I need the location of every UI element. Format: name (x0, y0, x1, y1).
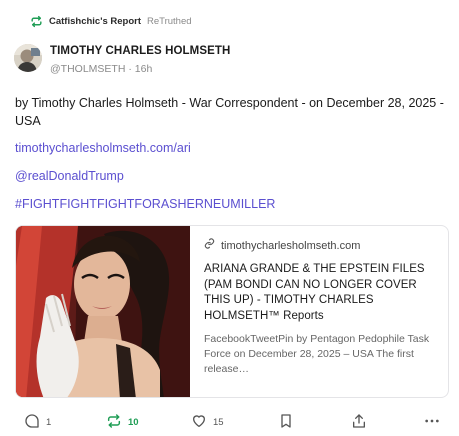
heart-icon (191, 413, 207, 432)
reply-count: 1 (46, 416, 52, 428)
post-text: by Timothy Charles Holmseth - War Corres… (15, 96, 444, 128)
link-icon (204, 238, 215, 253)
author-handle[interactable]: @THOLMSETH (50, 63, 125, 75)
author-block: TIMOTHY CHARLES HOLMSETH @THOLMSETH · 16… (50, 44, 230, 75)
more-icon (424, 413, 440, 432)
link-preview-card[interactable]: timothycharlesholmseth.com ARIANA GRANDE… (15, 225, 449, 398)
reply-button[interactable]: 1 (24, 408, 51, 436)
post-hashtag[interactable]: #FIGHTFIGHTFIGHTFORASHERNEUMILLER (15, 196, 275, 212)
author-avatar[interactable] (14, 44, 42, 72)
post-link[interactable]: timothycharlesholmseth.com/ari (15, 140, 191, 156)
post-time[interactable]: 16h (135, 63, 153, 75)
retruth-icon (106, 413, 122, 432)
bookmark-button[interactable] (279, 408, 293, 436)
link-preview-text: timothycharlesholmseth.com ARIANA GRANDE… (190, 226, 448, 397)
like-count: 15 (213, 416, 224, 428)
post-mention[interactable]: @realDonaldTrump (15, 168, 124, 184)
post-action-bar: 1 10 15 (0, 408, 459, 436)
link-preview-description: FacebookTweetPin by Pentagon Pedophile T… (204, 333, 430, 375)
retruth-button[interactable]: 10 (106, 408, 139, 436)
meta-separator: · (128, 63, 132, 75)
like-button[interactable]: 15 (191, 408, 224, 436)
bookmark-icon (279, 413, 293, 432)
link-preview-domain-row: timothycharlesholmseth.com (204, 238, 438, 253)
link-preview-image (16, 226, 190, 397)
link-preview-title[interactable]: ARIANA GRANDE & THE EPSTEIN FILES (PAM B… (204, 262, 438, 324)
retruth-label: ReTruthed (147, 15, 192, 27)
retruth-banner: Catfishchic's Report ReTruthed (30, 14, 192, 28)
retruth-account-name[interactable]: Catfishchic's Report (49, 16, 141, 27)
retruth-icon (30, 15, 43, 28)
retruth-count: 10 (128, 416, 139, 428)
reply-icon (24, 413, 40, 432)
share-icon (351, 413, 367, 432)
link-preview-domain[interactable]: timothycharlesholmseth.com (221, 239, 360, 253)
author-display-name[interactable]: TIMOTHY CHARLES HOLMSETH (50, 44, 230, 58)
author-meta: @THOLMSETH · 16h (50, 63, 230, 75)
more-button[interactable] (424, 408, 440, 436)
share-button[interactable] (351, 408, 367, 436)
